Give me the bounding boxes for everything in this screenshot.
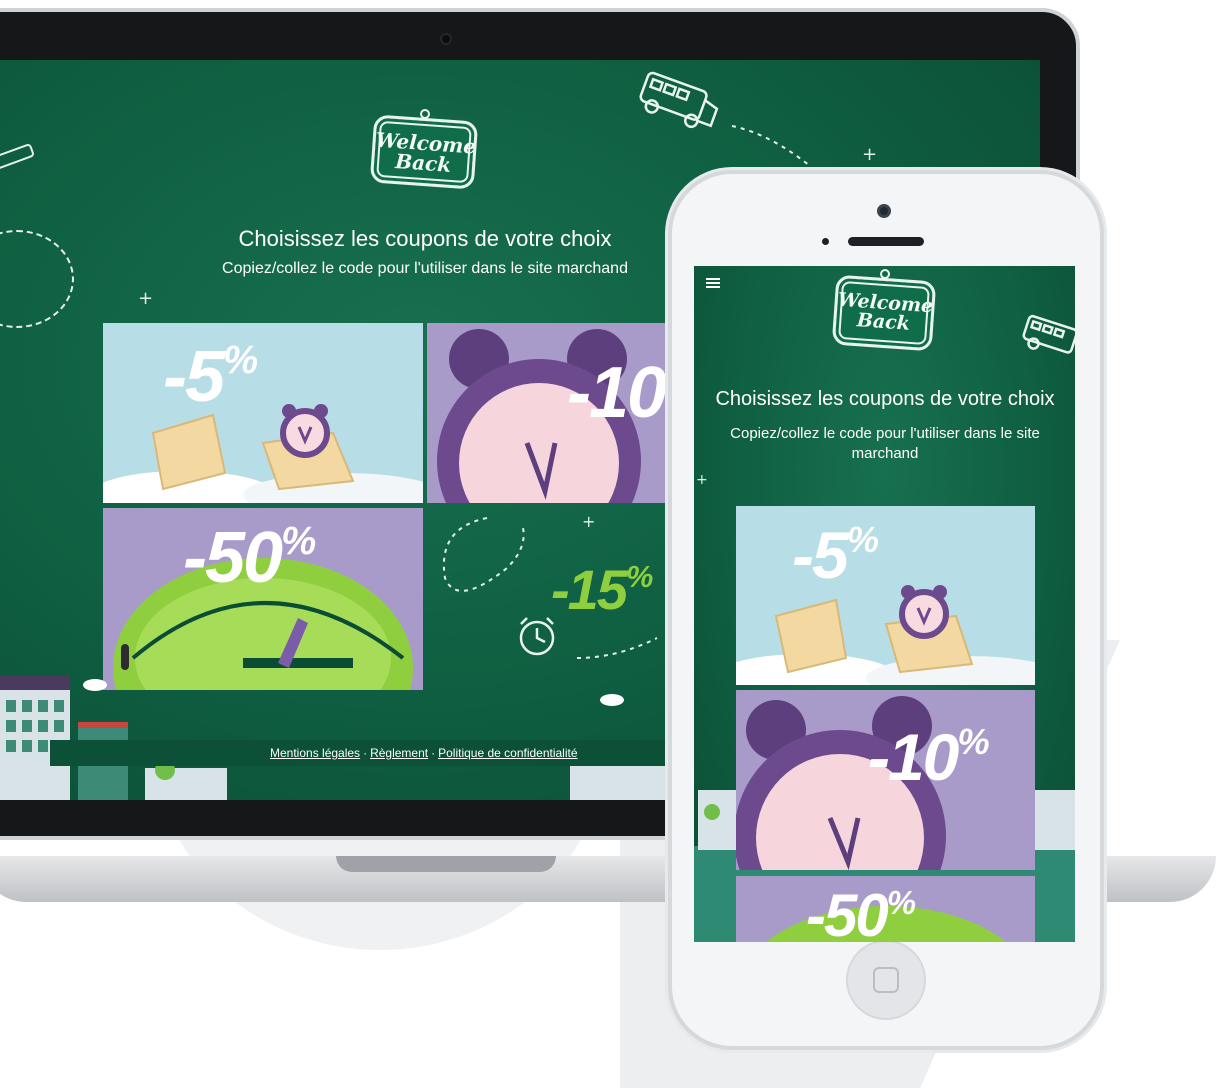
welcome-back-sign: Welcome Back — [369, 114, 479, 190]
coupon-10-percent[interactable]: -10% — [427, 323, 677, 503]
footer-separator: · — [431, 746, 436, 760]
coupon-unit: % — [625, 559, 653, 594]
coupon-discount: -15% — [551, 559, 653, 618]
footer-links: Mentions légales · Règlement · Politique de … — [270, 746, 578, 760]
coupon-10-percent[interactable]: -10% — [736, 690, 1035, 870]
coupon-5-percent[interactable]: -5% — [736, 506, 1035, 685]
footer-separator: · — [363, 746, 368, 760]
coupon-unit: % — [957, 721, 989, 762]
page-subtitle: Copiez/collez le code pour l'utiliser da… — [730, 425, 1040, 462]
phone-sensor — [822, 238, 829, 245]
link-mentions-legales[interactable]: Mentions légales — [270, 746, 360, 760]
page-title: Choisissez les coupons de votre choix — [715, 388, 1055, 410]
phone-camera — [877, 204, 891, 218]
welcome-back-sign: Welcome Back — [831, 274, 937, 352]
pillow-illustration — [103, 404, 423, 503]
coupon-15-percent[interactable]: -15% — [427, 508, 677, 690]
phone-speaker — [848, 237, 924, 246]
coupon-discount: -10% — [868, 721, 990, 790]
school-bus-icon — [1022, 314, 1075, 354]
coupon-unit: % — [846, 519, 879, 560]
page-title: Choisissez les coupons de votre choix — [238, 226, 612, 251]
coupon-unit: % — [886, 884, 916, 921]
hamburger-icon[interactable] — [706, 278, 720, 290]
dashed-trail-doodle — [731, 125, 811, 167]
link-politique-confidentialite[interactable]: Politique de confidentialité — [438, 746, 577, 760]
laptop-notch — [336, 856, 556, 872]
coupon-value: -15 — [551, 558, 628, 621]
plus-doodle: + — [696, 472, 708, 488]
page-subtitle: Copiez/collez le code pour l'utiliser da… — [222, 260, 628, 277]
coupon-value: -10 — [868, 720, 959, 794]
coupon-discount: -50% — [806, 884, 916, 943]
coupon-50-percent[interactable]: -50% — [103, 508, 423, 690]
plus-doodle: + — [138, 288, 154, 309]
coupon-value: -50 — [183, 518, 283, 598]
coupon-unit: % — [223, 338, 258, 382]
laptop-camera — [440, 33, 452, 45]
school-bus-icon — [639, 71, 719, 129]
coupon-discount: -5% — [792, 519, 879, 588]
coupon-value: -5 — [792, 518, 849, 592]
dashed-circle-doodle — [0, 230, 74, 328]
coupon-unit: % — [281, 519, 316, 563]
pillow-illustration — [736, 585, 1035, 685]
pencil-doodle — [0, 142, 36, 172]
plus-doodle: + — [862, 144, 878, 165]
coupon-discount: -10% — [567, 356, 677, 429]
phone-screen: + Welcome Back Choisissez les coupons de… — [694, 266, 1075, 942]
coupon-50-percent[interactable]: -50% — [736, 876, 1035, 942]
coupon-5-percent[interactable]: -5% — [103, 323, 423, 503]
city-buildings-illustration — [0, 676, 680, 800]
link-reglement[interactable]: Règlement — [370, 746, 428, 760]
coupon-value: -50 — [806, 882, 889, 943]
coupon-value: -10 — [567, 353, 667, 433]
home-button-icon — [873, 967, 899, 993]
coupon-discount: -50% — [183, 519, 316, 594]
